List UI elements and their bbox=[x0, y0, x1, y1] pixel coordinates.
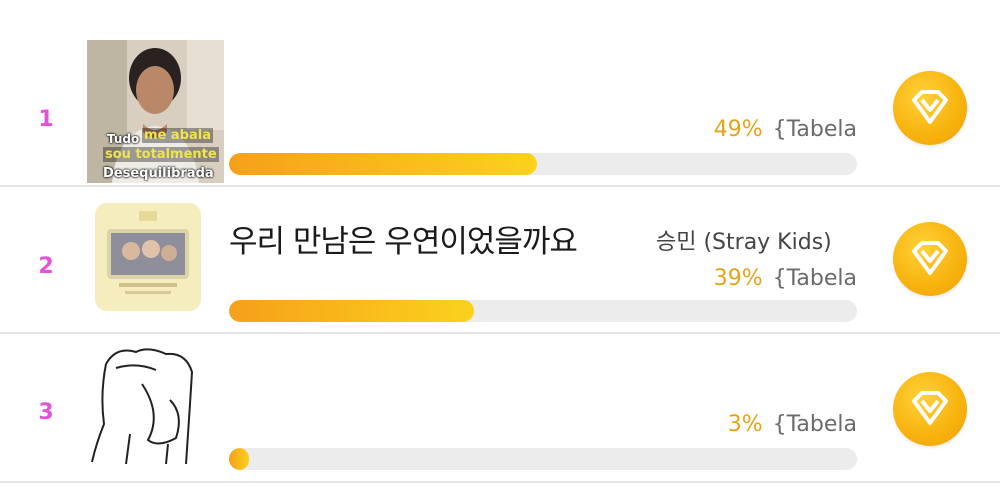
heart-diamond-icon bbox=[912, 241, 948, 275]
artist-name: 승민 (Stray Kids) bbox=[656, 230, 832, 255]
vote-button[interactable] bbox=[893, 222, 967, 296]
percent-value: 49% bbox=[713, 117, 763, 142]
vote-progress-fill bbox=[229, 300, 474, 322]
doodle-sticker-image bbox=[86, 344, 208, 468]
table-tag: {Tabela bbox=[772, 117, 857, 142]
list-item[interactable]: 1 Tudo me abala sou totalmente Desequili… bbox=[0, 37, 1000, 185]
heart-diamond-icon bbox=[912, 90, 948, 124]
song-title[interactable]: 우리 만남은 우연이었을까요 bbox=[229, 216, 578, 261]
album-cover-image bbox=[95, 203, 201, 311]
vote-percentage: 49% {Tabela bbox=[714, 117, 857, 142]
vote-button[interactable] bbox=[893, 71, 967, 145]
vote-progress-bar bbox=[229, 300, 857, 322]
percent-value: 39% bbox=[713, 266, 763, 291]
rank-number: 2 bbox=[38, 254, 54, 279]
vote-progress-bar bbox=[229, 153, 857, 175]
vote-percentage: 39% {Tabela bbox=[714, 266, 857, 291]
song-thumbnail[interactable]: Tudo me abala sou totalmente Desequilibr… bbox=[87, 40, 224, 183]
percent-value: 3% bbox=[727, 412, 763, 437]
vote-progress-fill bbox=[229, 448, 249, 470]
list-item[interactable]: 3 3% {Tabela bbox=[0, 334, 1000, 482]
vote-progress-bar bbox=[229, 448, 857, 470]
table-tag: {Tabela bbox=[772, 266, 857, 291]
vote-progress-fill bbox=[229, 153, 537, 175]
meme-caption-mid1: me abala bbox=[142, 128, 213, 143]
meme-caption-top: Tudo bbox=[107, 132, 140, 146]
heart-diamond-icon bbox=[912, 391, 948, 425]
vote-button[interactable] bbox=[893, 372, 967, 446]
table-tag: {Tabela bbox=[772, 412, 857, 437]
meme-caption-mid2: sou totalmente bbox=[103, 147, 219, 162]
vote-percentage: 3% {Tabela bbox=[728, 412, 857, 437]
meme-caption-bottom: Desequilibrada bbox=[103, 166, 214, 181]
rank-number: 1 bbox=[38, 107, 54, 132]
sticker-thumbnail[interactable] bbox=[86, 344, 208, 468]
album-thumbnail[interactable] bbox=[95, 203, 201, 311]
list-item[interactable]: 2 우리 만남은 우연이었을까요 승민 (Stray Kids) 39% {Tab… bbox=[0, 186, 1000, 334]
rank-number: 3 bbox=[38, 400, 54, 425]
